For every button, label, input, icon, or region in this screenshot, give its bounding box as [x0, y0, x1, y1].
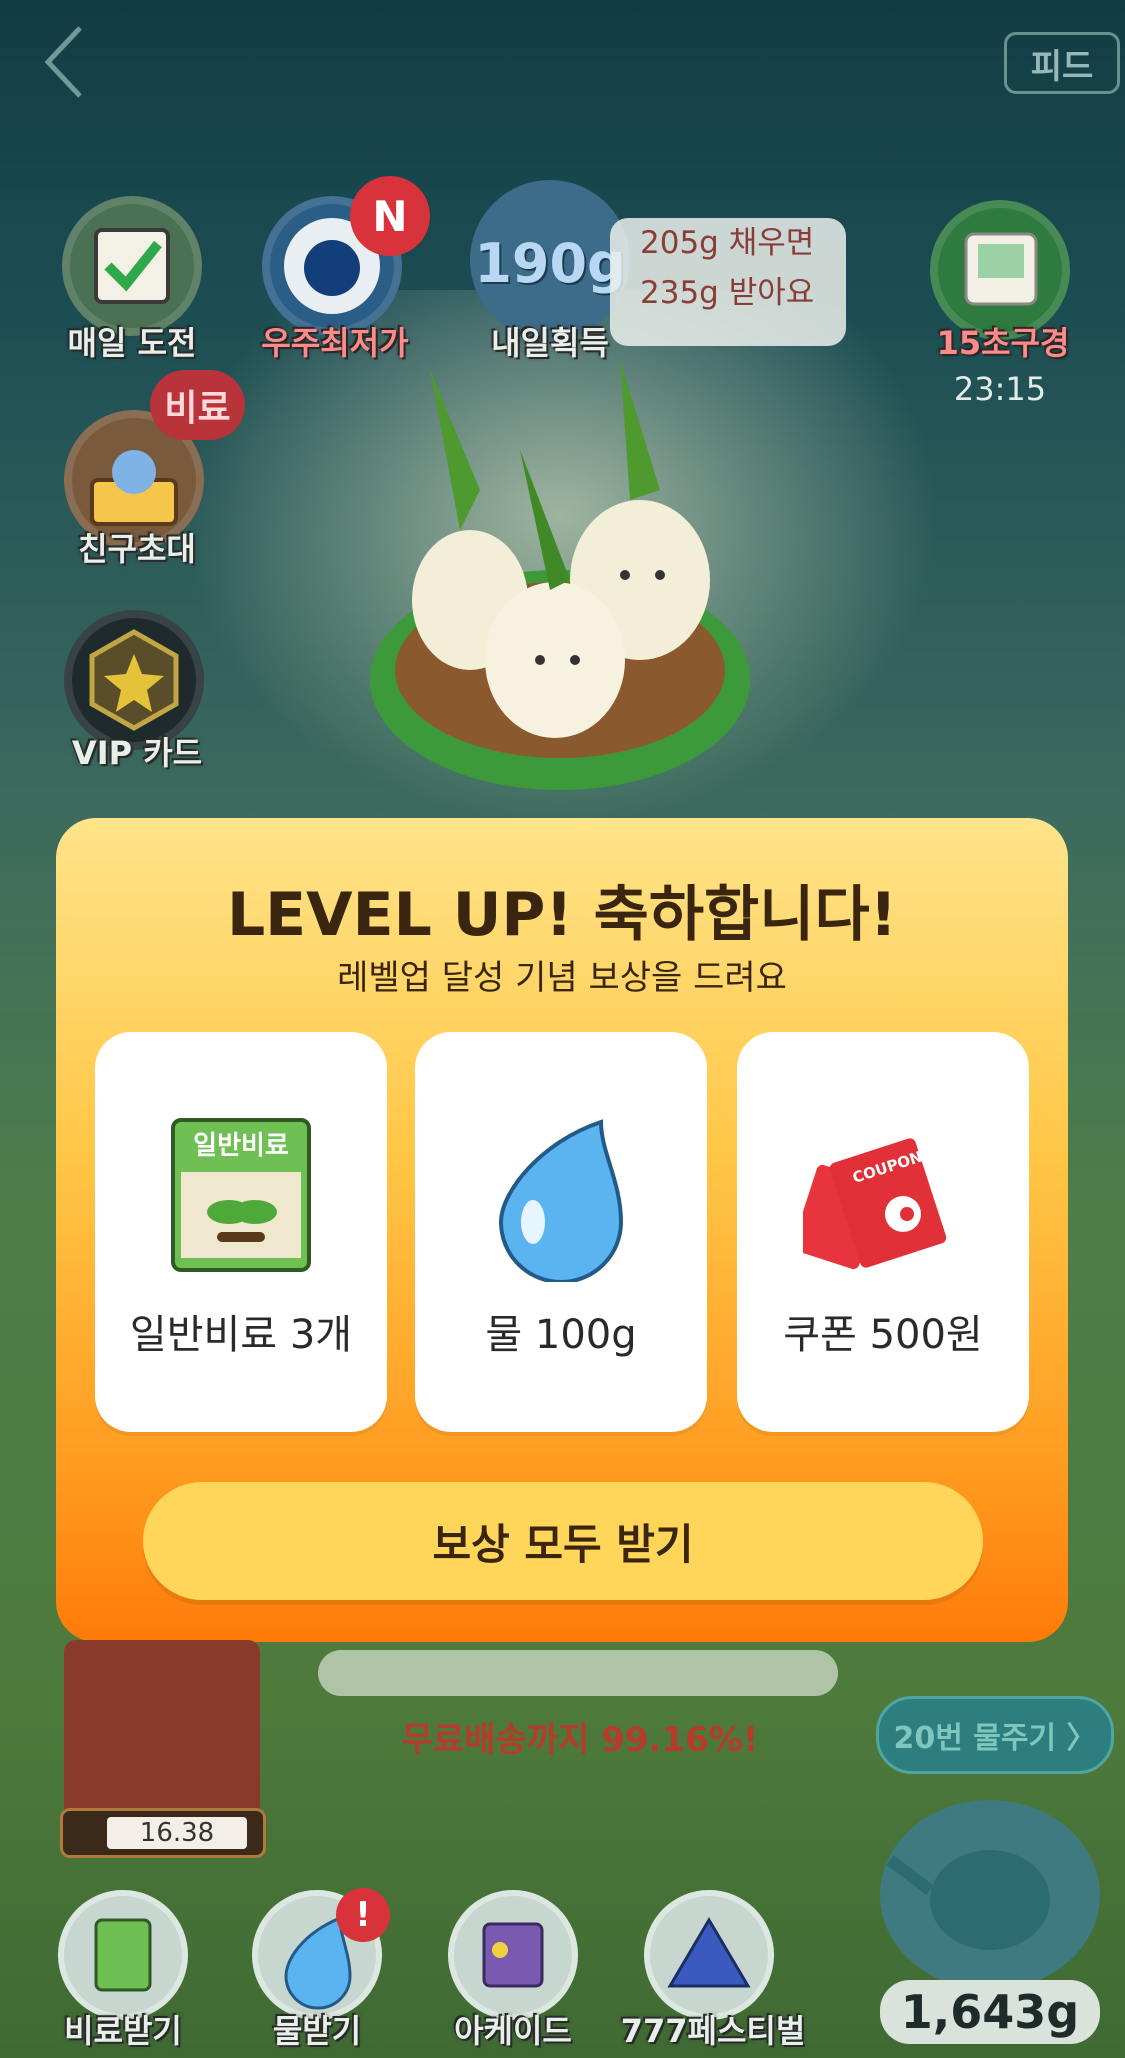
arcade-label: 아케이드	[454, 2012, 572, 2050]
tent-icon	[667, 1917, 751, 1988]
arcade-icon	[482, 1922, 544, 1988]
tomorrow-gain-value: 190g	[474, 232, 626, 295]
reward-card-coupon: COUPON 쿠폰 500원	[737, 1032, 1029, 1432]
water-alert-badge: !	[336, 1888, 390, 1942]
browse-15s-timer: 23:15	[953, 370, 1047, 408]
fertilizer-tag: 비료	[150, 370, 245, 440]
arcade-button[interactable]	[448, 1890, 578, 2020]
water-level-display: 16.38	[60, 1808, 266, 1858]
watering-can-button[interactable]	[880, 1800, 1100, 1990]
browse-15s-label: 15초구경	[936, 324, 1070, 362]
water-level-value: 16.38	[107, 1817, 247, 1849]
get-water-label: 물받기	[272, 2012, 362, 2050]
coupon-icon: COUPON	[803, 1138, 947, 1270]
modal-title: LEVEL UP! 축하합니다!	[226, 880, 898, 950]
modal-subtitle: 레벨업 달성 기념 보상을 드려요	[337, 958, 787, 998]
reward-label-coupon: 쿠폰 500원	[783, 1312, 983, 1358]
reward-label-fertilizer: 일반비료 3개	[129, 1312, 353, 1358]
festival-777-label: 777페스티벌	[620, 2012, 806, 2050]
total-weight: 1,643g	[880, 1980, 1100, 2044]
vip-card-label: VIP 카드	[71, 734, 203, 772]
daily-challenge-label: 매일 도전	[67, 324, 197, 362]
feed-button[interactable]: 피드	[1004, 32, 1120, 94]
tomorrow-gain-tooltip: 205g 채우면 235g 받아요	[610, 218, 846, 346]
get-fertilizer-button[interactable]	[58, 1890, 188, 2020]
delivery-progress-bar	[318, 1650, 838, 1696]
back-arrow-icon[interactable]	[38, 22, 98, 102]
fertilizer-bag-icon: 일반비료	[171, 1118, 311, 1272]
reward-card-fertilizer: 일반비료 일반비료 3개	[95, 1032, 387, 1432]
water-drop-icon	[498, 1119, 624, 1282]
tooltip-line1: 205g 채우면	[640, 225, 815, 261]
reward-label-water: 물 100g	[485, 1312, 637, 1358]
reward-card-water: 물 100g	[415, 1032, 707, 1432]
get-fertilizer-label: 비료받기	[64, 2012, 182, 2050]
free-delivery-progress-text: 무료배송까지 99.16%!	[401, 1720, 759, 1760]
checkbox-icon	[94, 228, 170, 304]
new-badge: N	[350, 176, 430, 256]
daily-challenge-button[interactable]	[62, 196, 202, 336]
watering-can-icon	[886, 1850, 1050, 1950]
onion-crop-illustration	[370, 360, 750, 790]
fertilizer-icon	[94, 1918, 152, 1992]
claim-all-rewards-button[interactable]: 보상 모두 받기	[143, 1482, 983, 1600]
water-20-times-button[interactable]: 20번 물주기 〉	[876, 1696, 1114, 1774]
fertilizer-bag-text: 일반비료	[193, 1131, 289, 1161]
festival-777-button[interactable]	[644, 1890, 774, 2020]
invite-friends-label: 친구초대	[78, 530, 196, 568]
tooltip-line2: 235g 받아요	[640, 275, 815, 311]
